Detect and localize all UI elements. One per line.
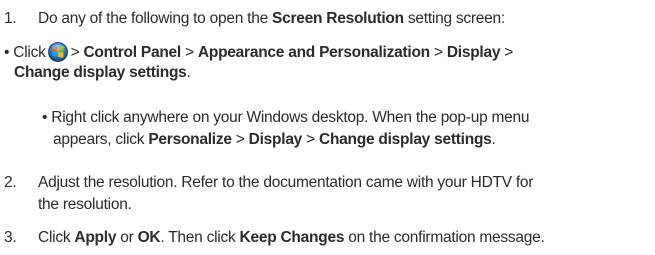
windows-start-orb-icon: [47, 42, 68, 62]
step-1-text: Do any of the following to open the Scre…: [38, 9, 505, 29]
bullet-1-line-2: Change display settings.: [14, 63, 191, 83]
bullet-1-line-1: • Click > Control Panel > Appearance and…: [4, 42, 513, 63]
bullet-1-sep-1: >: [70, 44, 80, 61]
bullet-1-sep-4: >: [504, 44, 514, 61]
bullet-2-line-1: • Right click anywhere on your Windows d…: [42, 108, 530, 128]
bullet-2-sep-2: >: [306, 131, 315, 148]
step-2-number: 2.: [4, 174, 17, 191]
bullet-1-period: .: [186, 64, 191, 81]
step-1-text-a: Do any of the following to open the: [38, 10, 272, 27]
personalize-label: Personalize: [148, 131, 232, 148]
appearance-label: Appearance and Personalization: [197, 44, 430, 61]
step-3-text-b: or: [116, 229, 138, 246]
bullet-1-sep-2: >: [185, 44, 194, 61]
bullet-2-appears: appears, click: [53, 131, 149, 148]
step-3-text-c: . Then click: [160, 229, 240, 246]
ok-label: OK: [137, 229, 161, 246]
keep-changes-label: Keep Changes: [239, 229, 345, 246]
change-display-label: Change display settings: [14, 64, 187, 81]
display-label-2: Display: [248, 131, 303, 148]
bullet-2-text-1: Right click anywhere on your Windows des…: [51, 109, 530, 126]
screen-resolution-label: Screen Resolution: [272, 10, 404, 27]
step-3-number: 3.: [4, 229, 17, 246]
step-1-text-b: setting screen:: [403, 10, 505, 27]
bullet-1-bullet: •: [4, 44, 10, 61]
step-2-line-2: the resolution.: [38, 196, 132, 213]
bullet-1-sep-3: >: [433, 44, 443, 61]
bullet-2-sep-1: >: [235, 131, 245, 148]
bullet-2-line-2: appears, click Personalize > Display > C…: [53, 130, 496, 150]
apply-label: Apply: [74, 229, 117, 246]
change-display-label-2: Change display settings: [319, 131, 492, 148]
display-label: Display: [446, 44, 501, 61]
control-panel-label: Control Panel: [83, 44, 181, 61]
bullet-2-period: .: [491, 131, 496, 148]
bullet-2-bullet: •: [42, 109, 48, 126]
bullet-1-click: Click: [13, 44, 46, 61]
step-3-text-a: Click: [38, 229, 75, 246]
step-2-line-1: Adjust the resolution. Refer to the docu…: [38, 174, 534, 191]
step-3-text-d: on the confirmation message.: [344, 229, 545, 246]
step-3-text: Click Apply or OK. Then click Keep Chang…: [38, 228, 545, 248]
step-1-number: 1.: [4, 10, 17, 27]
